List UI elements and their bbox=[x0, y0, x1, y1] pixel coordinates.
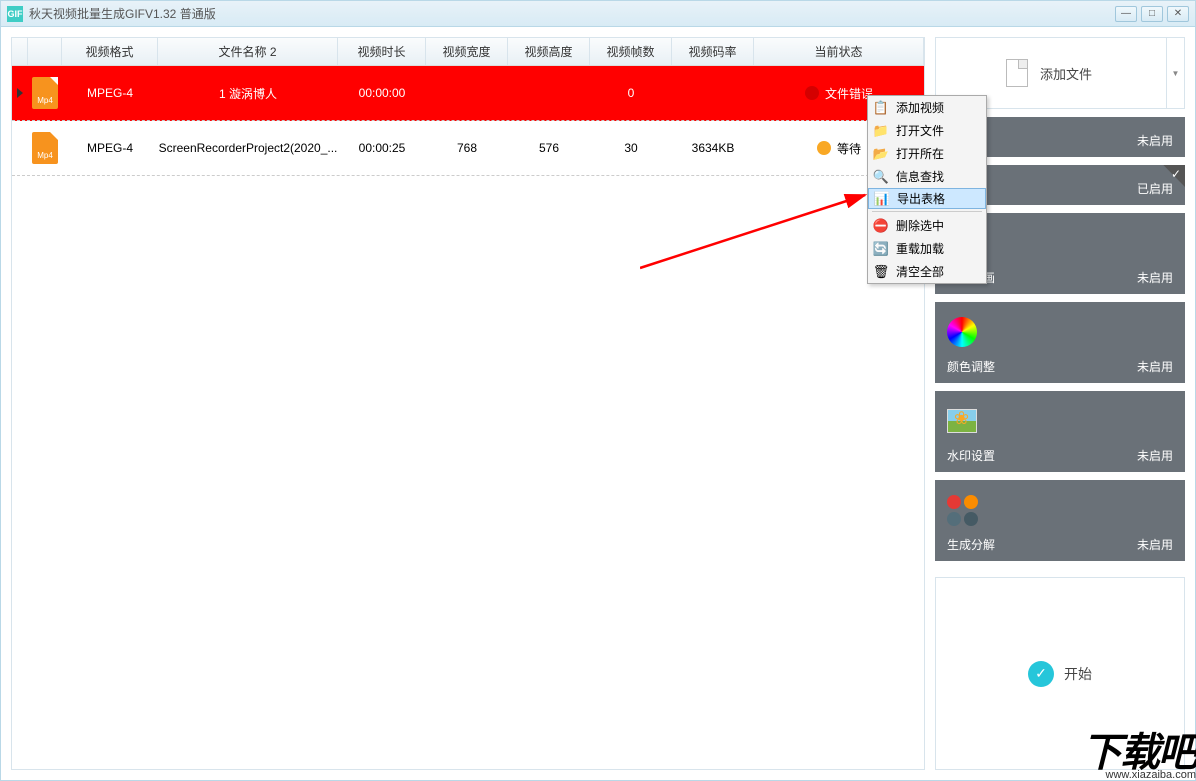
cell-name: 1 漩涡博人 bbox=[158, 85, 338, 102]
app-window: GIF 秋天视频批量生成GIFV1.32 普通版 — □ ✕ 视频格式 文件名称… bbox=[0, 0, 1196, 781]
col-status[interactable]: 当前状态 bbox=[754, 38, 924, 65]
menu-item[interactable]: 🗑 清空全部 bbox=[868, 260, 986, 283]
menu-item[interactable]: 📋 添加视频 bbox=[868, 96, 986, 119]
tool-status: 已启用 bbox=[1137, 180, 1173, 197]
menu-item[interactable]: 📊 导出表格 bbox=[868, 188, 986, 209]
add-file-label: 添加文件 bbox=[1040, 64, 1092, 83]
cell-format: MPEG-4 bbox=[62, 86, 158, 100]
menu-item-icon: 📋 bbox=[872, 99, 890, 117]
col-duration[interactable]: 视频时长 bbox=[338, 38, 426, 65]
col-bitrate[interactable]: 视频码率 bbox=[672, 38, 754, 65]
menu-item-icon: 📊 bbox=[873, 190, 891, 208]
cell-duration: 00:00:00 bbox=[338, 86, 426, 100]
titlebar[interactable]: GIF 秋天视频批量生成GIFV1.32 普通版 — □ ✕ bbox=[1, 1, 1195, 27]
cell-name: ScreenRecorderProject2(2020_... bbox=[158, 141, 338, 155]
col-name[interactable]: 文件名称 2 bbox=[158, 38, 338, 65]
dots-icon bbox=[947, 495, 987, 526]
status-dot-icon bbox=[805, 86, 819, 100]
tool-item[interactable]: 生成分解 未启用 bbox=[935, 480, 1185, 561]
cell-bitrate: 3634KB bbox=[672, 141, 754, 155]
document-icon bbox=[1006, 59, 1028, 87]
tool-item[interactable]: 水印设置 未启用 bbox=[935, 391, 1185, 472]
check-icon: ✓ bbox=[1171, 167, 1181, 181]
menu-separator bbox=[872, 211, 982, 212]
table-row[interactable]: MPEG-4 ScreenRecorderProject2(2020_... 0… bbox=[12, 121, 924, 176]
menu-item-icon: 🔍 bbox=[872, 168, 890, 186]
cell-duration: 00:00:25 bbox=[338, 141, 426, 155]
menu-item-label: 打开所在 bbox=[896, 145, 944, 162]
mp4-file-icon bbox=[32, 132, 58, 164]
tool-label: 颜色调整 bbox=[947, 358, 995, 375]
menu-item-label: 重载加载 bbox=[896, 240, 944, 257]
add-file-dropdown[interactable]: ▼ bbox=[1166, 38, 1184, 108]
tool-status: 未启用 bbox=[1137, 358, 1173, 375]
file-table-panel: 视频格式 文件名称 2 视频时长 视频宽度 视频高度 视频帧数 视频码率 当前状… bbox=[11, 37, 925, 770]
row-marker-icon bbox=[17, 88, 23, 98]
cell-format: MPEG-4 bbox=[62, 141, 158, 155]
col-format[interactable]: 视频格式 bbox=[62, 38, 158, 65]
cell-height: 576 bbox=[508, 141, 590, 155]
status-dot-icon bbox=[817, 141, 831, 155]
check-icon: ✓ bbox=[1028, 661, 1054, 687]
menu-item[interactable]: ⛔ 删除选中 bbox=[868, 214, 986, 237]
menu-item-label: 添加视频 bbox=[896, 99, 944, 116]
col-width[interactable]: 视频宽度 bbox=[426, 38, 508, 65]
menu-item-icon: 🔄 bbox=[872, 240, 890, 258]
mp4-file-icon bbox=[32, 77, 58, 109]
cell-width: 768 bbox=[426, 141, 508, 155]
menu-item-label: 导出表格 bbox=[897, 190, 945, 207]
col-fps[interactable]: 视频帧数 bbox=[590, 38, 672, 65]
watermark: 下载吧 www.xiazaiba.com bbox=[1082, 735, 1196, 781]
col-height[interactable]: 视频高度 bbox=[508, 38, 590, 65]
menu-item[interactable]: 🔄 重载加载 bbox=[868, 237, 986, 260]
menu-item-icon: 📁 bbox=[872, 122, 890, 140]
menu-item[interactable]: 📂 打开所在 bbox=[868, 142, 986, 165]
menu-item[interactable]: 🔍 信息查找 bbox=[868, 165, 986, 188]
table-row[interactable]: MPEG-4 1 漩涡博人 00:00:00 0 文件错误 bbox=[12, 66, 924, 121]
context-menu: 📋 添加视频 📁 打开文件 📂 打开所在 🔍 信息查找 📊 导出表格 ⛔ 删除选中 🔄 重载加载 🗑 清空全部 bbox=[867, 95, 987, 284]
color-wheel-icon bbox=[947, 317, 977, 347]
cell-fps: 0 bbox=[590, 86, 672, 100]
tool-item[interactable]: 颜色调整 未启用 bbox=[935, 302, 1185, 383]
cell-fps: 30 bbox=[590, 141, 672, 155]
menu-item-label: 打开文件 bbox=[896, 122, 944, 139]
menu-item-icon: ⛔ bbox=[872, 217, 890, 235]
image-icon bbox=[947, 409, 977, 433]
menu-item-icon: 📂 bbox=[872, 145, 890, 163]
maximize-button[interactable]: □ bbox=[1141, 6, 1163, 22]
table-header: 视频格式 文件名称 2 视频时长 视频宽度 视频高度 视频帧数 视频码率 当前状… bbox=[12, 38, 924, 66]
tool-status: 未启用 bbox=[1137, 132, 1173, 149]
tool-label: 水印设置 bbox=[947, 447, 995, 464]
tool-status: 未启用 bbox=[1137, 447, 1173, 464]
menu-item-label: 删除选中 bbox=[896, 217, 944, 234]
start-label: 开始 bbox=[1064, 664, 1092, 684]
close-button[interactable]: ✕ bbox=[1167, 6, 1189, 22]
tool-label: 生成分解 bbox=[947, 536, 995, 553]
app-icon: GIF bbox=[7, 6, 23, 22]
menu-item-label: 清空全部 bbox=[896, 263, 944, 280]
window-title: 秋天视频批量生成GIFV1.32 普通版 bbox=[29, 5, 1115, 22]
menu-item-icon: 🗑 bbox=[872, 263, 890, 281]
menu-item[interactable]: 📁 打开文件 bbox=[868, 119, 986, 142]
tool-status: 未启用 bbox=[1137, 536, 1173, 553]
tool-status: 未启用 bbox=[1137, 269, 1173, 286]
menu-item-label: 信息查找 bbox=[896, 168, 944, 185]
minimize-button[interactable]: — bbox=[1115, 6, 1137, 22]
